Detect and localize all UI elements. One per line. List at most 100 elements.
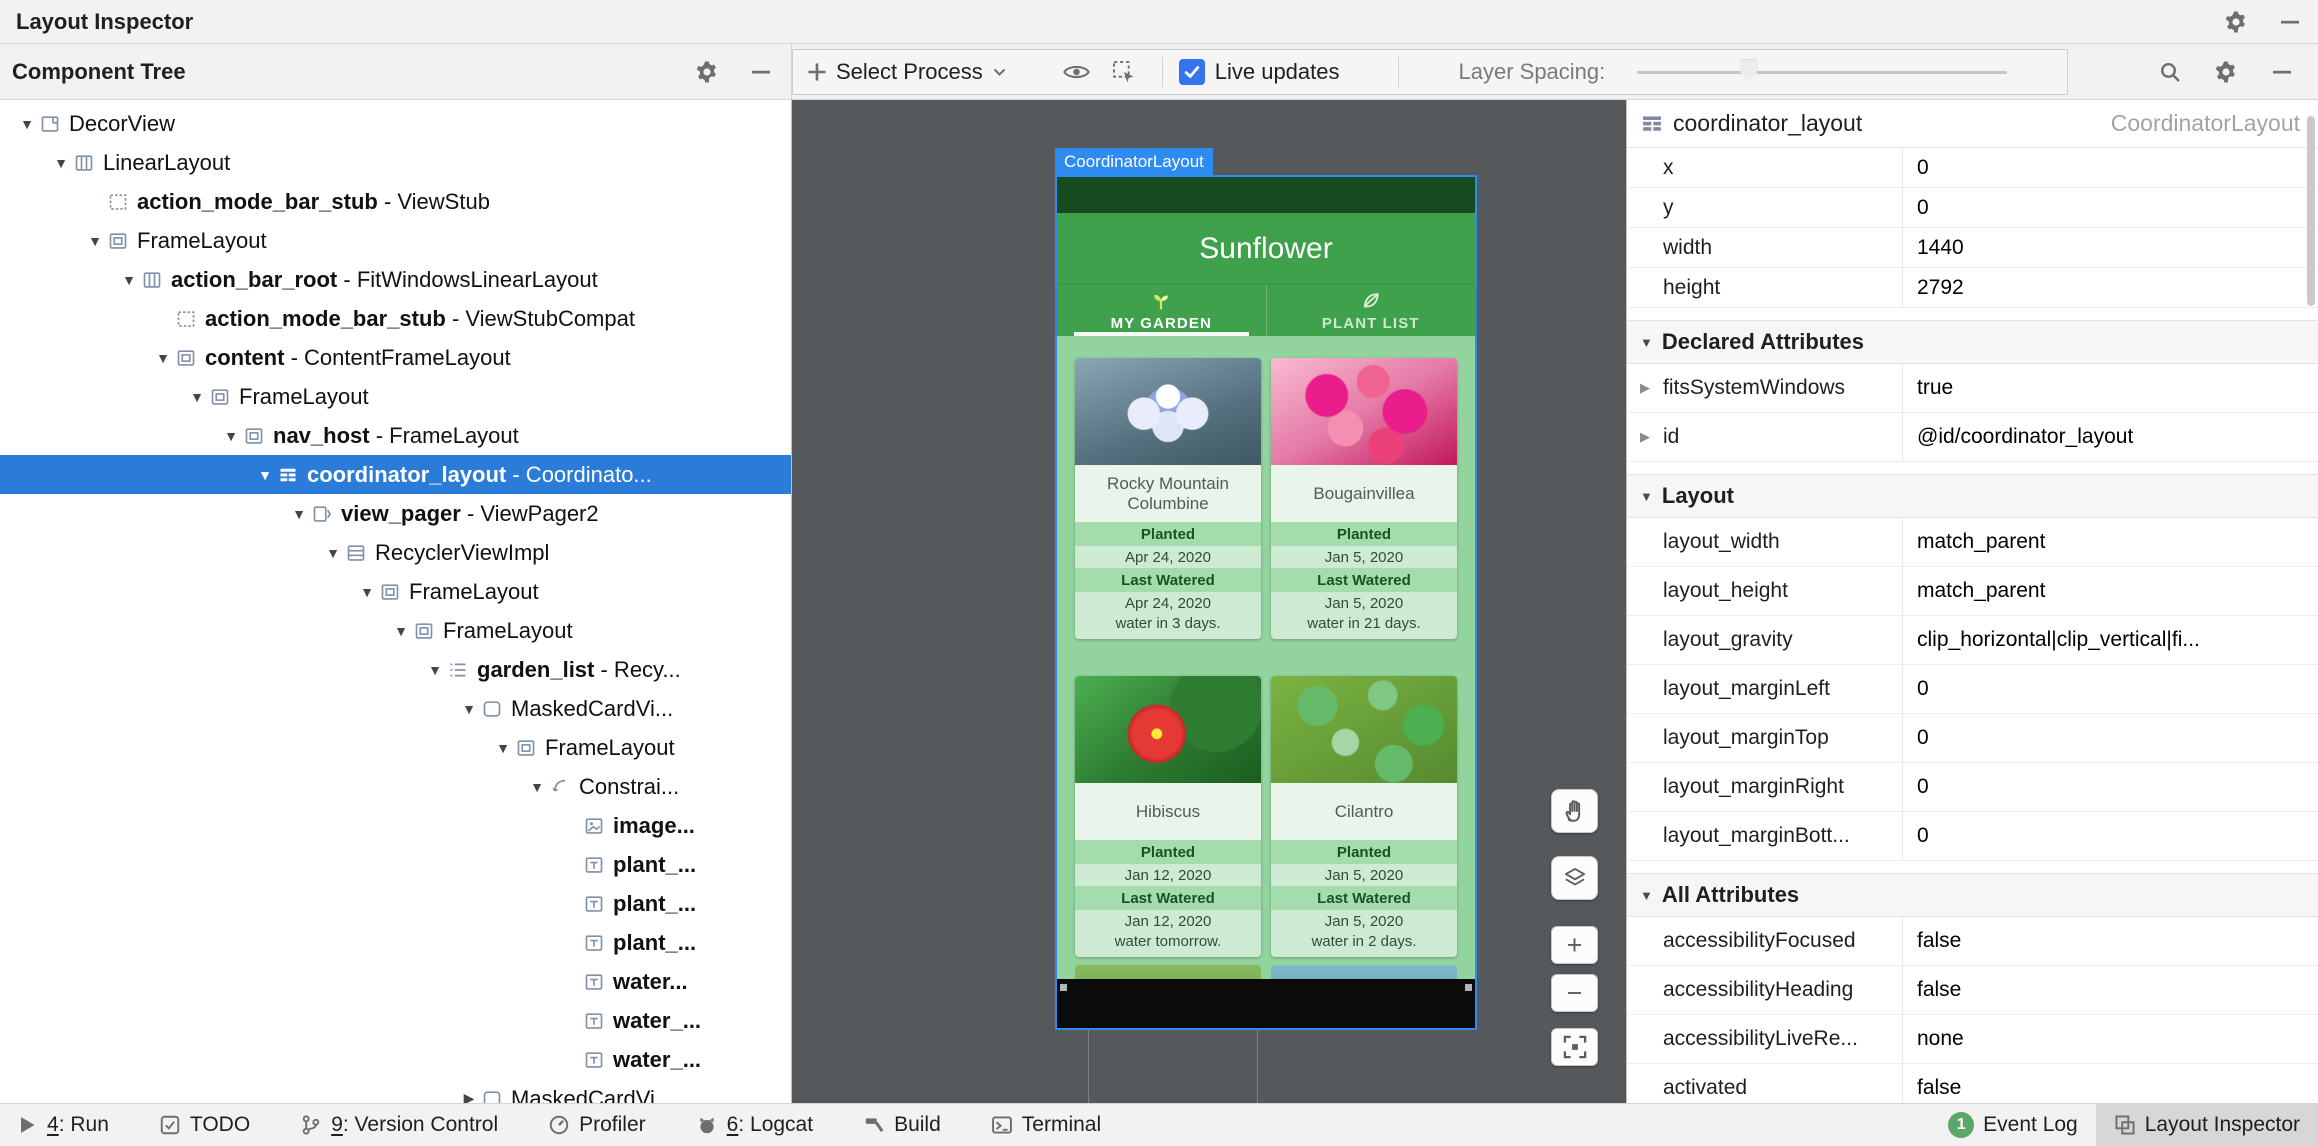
tree-item-maskedcardvi[interactable]: ▶MaskedCardVi...: [0, 1079, 791, 1103]
scrollbar-thumb[interactable]: [2307, 116, 2315, 306]
zoom-fit-button[interactable]: [1551, 1028, 1598, 1066]
toolbar-hide-icon[interactable]: [2270, 60, 2294, 84]
attribute-row-id[interactable]: ▶id@id/coordinator_layout: [1627, 413, 2318, 462]
layer-spacing-slider[interactable]: [1637, 52, 2007, 92]
select-process-dropdown[interactable]: Select Process: [807, 59, 1007, 85]
expand-arrow-icon[interactable]: ▶: [1627, 364, 1663, 412]
tree-item-water_[interactable]: water_...: [0, 1040, 791, 1079]
zoom-in-button[interactable]: +: [1551, 926, 1598, 964]
view-options-eye-icon[interactable]: [1063, 61, 1090, 83]
statusbar-item-profiler[interactable]: Profiler: [548, 1113, 646, 1137]
tree-item-maskedcardvi[interactable]: ▼MaskedCardVi...: [0, 689, 791, 728]
tree-item-action_bar_root[interactable]: ▼action_bar_root - FitWindowsLinearLayou…: [0, 260, 791, 299]
tree-item-content[interactable]: ▼content - ContentFrameLayout: [0, 338, 791, 377]
collapse-arrow-icon[interactable]: ▼: [14, 116, 40, 132]
attribute-row-width[interactable]: width1440: [1627, 228, 2318, 268]
attribute-row-accessibilityheading[interactable]: accessibilityHeadingfalse: [1627, 966, 2318, 1015]
tree-item-plant_[interactable]: plant_...: [0, 923, 791, 962]
plant-card-rocky-mountain-columbine[interactable]: Rocky Mountain ColumbinePlantedApr 24, 2…: [1075, 358, 1261, 639]
tree-item-framelayout[interactable]: ▼FrameLayout: [0, 611, 791, 650]
window-hide-icon[interactable]: [2278, 10, 2302, 34]
plant-card-hibiscus[interactable]: HibiscusPlantedJan 12, 2020Last WateredJ…: [1075, 676, 1261, 957]
attribute-row-height[interactable]: height2792: [1627, 268, 2318, 308]
attribute-row-layout_marginright[interactable]: layout_marginRight0: [1627, 763, 2318, 812]
layout-canvas[interactable]: CoordinatorLayout Sunflower MY GARDENPLA…: [792, 100, 1626, 1103]
collapse-arrow-icon[interactable]: ▼: [252, 467, 278, 483]
attribute-row-layout_gravity[interactable]: layout_gravityclip_horizontal|clip_verti…: [1627, 616, 2318, 665]
attribute-row-y[interactable]: y0: [1627, 188, 2318, 228]
plant-card-bougainvillea[interactable]: BougainvilleaPlantedJan 5, 2020Last Wate…: [1271, 358, 1457, 639]
tree-item-water[interactable]: water...: [0, 962, 791, 1001]
live-updates-checkbox[interactable]: [1179, 59, 1205, 85]
tree-item-coordinator_layout[interactable]: ▼coordinator_layout - Coordinato...: [0, 455, 791, 494]
component-tree-hide-icon[interactable]: [749, 60, 773, 84]
collapse-arrow-icon[interactable]: ▼: [320, 545, 346, 561]
expand-arrow-icon[interactable]: ▶: [1627, 413, 1663, 461]
attribute-row-activated[interactable]: activatedfalse: [1627, 1064, 2318, 1103]
tab-my-garden[interactable]: MY GARDEN: [1057, 285, 1266, 336]
tree-item-action_mode_bar_stub[interactable]: action_mode_bar_stub - ViewStubCompat: [0, 299, 791, 338]
attribute-row-accessibilitylivere[interactable]: accessibilityLiveRe...none: [1627, 1015, 2318, 1064]
tree-item-framelayout[interactable]: ▼FrameLayout: [0, 377, 791, 416]
tree-item-image[interactable]: image...: [0, 806, 791, 845]
statusbar-item-9-version-control[interactable]: 9: Version Control: [300, 1113, 498, 1137]
tree-item-water_[interactable]: water_...: [0, 1001, 791, 1040]
attributes-section-layout[interactable]: ▼Layout: [1627, 474, 2318, 518]
collapse-arrow-icon[interactable]: ▼: [456, 701, 482, 717]
statusbar-item-6-logcat[interactable]: 6: Logcat: [696, 1113, 813, 1137]
statusbar-item-todo[interactable]: TODO: [159, 1113, 250, 1137]
tree-item-framelayout[interactable]: ▼FrameLayout: [0, 728, 791, 767]
tree-item-plant_[interactable]: plant_...: [0, 884, 791, 923]
window-settings-gear-icon[interactable]: [2224, 10, 2248, 34]
tree-item-nav_host[interactable]: ▼nav_host - FrameLayout: [0, 416, 791, 455]
tab-plant-list[interactable]: PLANT LIST: [1266, 285, 1476, 336]
attribute-row-layout_width[interactable]: layout_widthmatch_parent: [1627, 518, 2318, 567]
zoom-out-button[interactable]: −: [1551, 974, 1598, 1012]
tree-item-constrai[interactable]: ▼Constrai...: [0, 767, 791, 806]
attribute-row-layout_marginbott[interactable]: layout_marginBott...0: [1627, 812, 2318, 861]
collapse-arrow-icon[interactable]: ▼: [48, 155, 74, 171]
tree-item-recyclerviewimpl[interactable]: ▼RecyclerViewImpl: [0, 533, 791, 572]
layers-button[interactable]: [1551, 856, 1598, 900]
tree-item-garden_list[interactable]: ▼garden_list - Recy...: [0, 650, 791, 689]
tree-item-plant_[interactable]: plant_...: [0, 845, 791, 884]
tree-item-action_mode_bar_stub[interactable]: action_mode_bar_stub - ViewStub: [0, 182, 791, 221]
pan-hand-button[interactable]: [1551, 789, 1598, 833]
attribute-row-x[interactable]: x0: [1627, 148, 2318, 188]
collapse-arrow-icon[interactable]: ▼: [150, 350, 176, 366]
component-tree-gear-icon[interactable]: [695, 60, 719, 84]
search-icon[interactable]: [2158, 60, 2182, 84]
attribute-row-layout_marginleft[interactable]: layout_marginLeft0: [1627, 665, 2318, 714]
statusbar-item-layout-inspector[interactable]: Layout Inspector: [2096, 1104, 2318, 1146]
toolbar-gear-icon[interactable]: [2214, 60, 2238, 84]
collapse-arrow-icon[interactable]: ▼: [524, 779, 550, 795]
collapse-arrow-icon[interactable]: ▼: [354, 584, 380, 600]
collapse-arrow-icon[interactable]: ▼: [286, 506, 312, 522]
collapse-arrow-icon[interactable]: ▼: [388, 623, 414, 639]
attributes-section-all-attributes[interactable]: ▼All Attributes: [1627, 873, 2318, 917]
statusbar-item-build[interactable]: Build: [863, 1113, 941, 1137]
attributes-section-declared-attributes[interactable]: ▼Declared Attributes: [1627, 320, 2318, 364]
collapse-arrow-icon[interactable]: ▼: [422, 662, 448, 678]
attribute-row-fitssystemwindows[interactable]: ▶fitsSystemWindowstrue: [1627, 364, 2318, 413]
pick-component-icon[interactable]: [1112, 60, 1136, 84]
expand-arrow-icon[interactable]: ▶: [456, 1090, 482, 1103]
device-screen[interactable]: Sunflower MY GARDENPLANT LIST Rocky Moun…: [1055, 175, 1477, 1030]
collapse-arrow-icon[interactable]: ▼: [490, 740, 516, 756]
tree-item-linearlayout[interactable]: ▼LinearLayout: [0, 143, 791, 182]
attribute-row-accessibilityfocused[interactable]: accessibilityFocusedfalse: [1627, 917, 2318, 966]
collapse-arrow-icon[interactable]: ▼: [218, 428, 244, 444]
layer-spacing-slider-handle[interactable]: [1740, 60, 1757, 81]
tree-item-framelayout[interactable]: ▼FrameLayout: [0, 221, 791, 260]
statusbar-item-4-run[interactable]: 4: Run: [16, 1113, 109, 1137]
plant-card-cilantro[interactable]: CilantroPlantedJan 5, 2020Last WateredJa…: [1271, 676, 1457, 957]
tree-item-view_pager[interactable]: ▼view_pager - ViewPager2: [0, 494, 791, 533]
collapse-arrow-icon[interactable]: ▼: [82, 233, 108, 249]
attribute-row-layout_margintop[interactable]: layout_marginTop0: [1627, 714, 2318, 763]
attribute-row-layout_height[interactable]: layout_heightmatch_parent: [1627, 567, 2318, 616]
tree-item-framelayout[interactable]: ▼FrameLayout: [0, 572, 791, 611]
statusbar-item-event-log[interactable]: 1Event Log: [1930, 1104, 2096, 1146]
statusbar-item-terminal[interactable]: Terminal: [991, 1113, 1101, 1137]
collapse-arrow-icon[interactable]: ▼: [184, 389, 210, 405]
collapse-arrow-icon[interactable]: ▼: [116, 272, 142, 288]
